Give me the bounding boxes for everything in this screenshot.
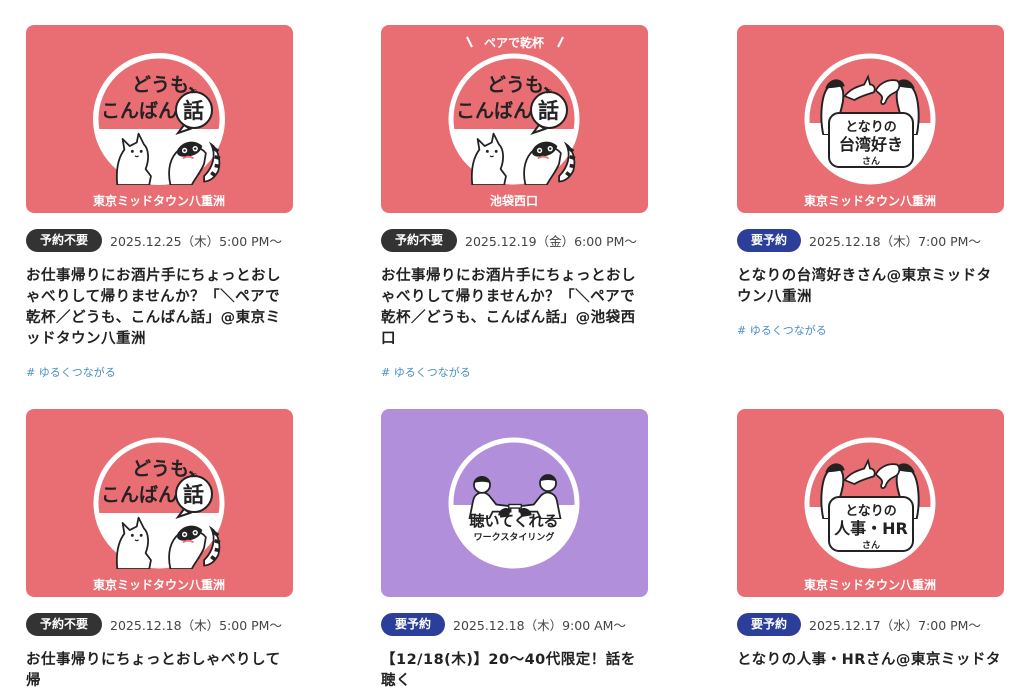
event-card[interactable]: となりの 人事・HR さん 東京ミッドタウン八重洲 要予約 2025.12.17…	[737, 409, 1004, 671]
location-label: 東京ミッドタウン八重洲	[804, 577, 936, 592]
event-tag[interactable]: # ゆるくつながる	[26, 364, 293, 380]
reservation-badge: 予約不要	[26, 613, 103, 636]
logo-line2: こんばん	[456, 100, 532, 122]
location-label: 池袋西口	[490, 193, 538, 208]
event-date: 2025.12.19（金）6:00 PM〜	[465, 234, 637, 249]
event-title[interactable]: 【12/18(木)】20〜40代限定！話を聴く	[381, 650, 648, 692]
event-card[interactable]: となりの 台湾好き さん 東京ミッドタウン八重洲 要予約 2025.12.18（…	[737, 25, 1004, 338]
logo-line2: 人事・HR	[834, 519, 908, 538]
logo-line2: こんばん	[101, 484, 177, 506]
logo-line1: となりの	[845, 120, 897, 135]
logo-line3: さん	[862, 540, 880, 551]
event-title[interactable]: お仕事帰りにお酒片手にちょっとおしゃべりして帰りませんか？「＼ペアで乾杯／どうも…	[26, 266, 293, 350]
event-title[interactable]: となりの人事・HRさん@東京ミッドタ	[737, 650, 1004, 671]
top-banner: ペアで乾杯	[484, 35, 545, 50]
logo-line3: さん	[862, 156, 880, 167]
event-date: 2025.12.18（木）9:00 AM〜	[453, 618, 626, 633]
event-card[interactable]: 聴いてくれる ワークスタイリング 要予約 2025.12.18（木）9:00 A…	[381, 409, 648, 692]
event-thumbnail[interactable]: となりの 台湾好き さん 東京ミッドタウン八重洲	[737, 25, 1004, 213]
logo-line2: 台湾好き	[839, 135, 903, 154]
logo-ruby: わ	[190, 471, 197, 479]
logo-line2: ワークスタイリング	[474, 531, 555, 543]
event-thumbnail[interactable]: ペアで乾杯 どうも、 こんばん 話 わ 池袋西口	[381, 25, 648, 213]
event-thumbnail[interactable]: どうも、 こんばん 話 わ 東京ミッドタウン八重洲	[26, 409, 293, 597]
logo-line1: となりの	[845, 504, 897, 519]
logo-ruby: わ	[545, 87, 552, 95]
event-thumbnail[interactable]: どうも、 こんばん 話 わ 東京ミッドタウン八重洲	[26, 25, 293, 213]
reservation-badge: 要予約	[737, 229, 802, 252]
logo-ruby: わ	[190, 87, 197, 95]
event-card[interactable]: ペアで乾杯 どうも、 こんばん 話 わ 池袋西口 予約不要 2025.12.19…	[381, 25, 648, 380]
event-thumbnail[interactable]: となりの 人事・HR さん 東京ミッドタウン八重洲	[737, 409, 1004, 597]
logo-line2: こんばん	[101, 100, 177, 122]
event-card[interactable]: どうも、 こんばん 話 わ 東京ミッドタウン八重洲 予約不要 2025.12.1…	[26, 409, 293, 692]
event-thumbnail[interactable]: 聴いてくれる ワークスタイリング	[381, 409, 648, 597]
event-title[interactable]: お仕事帰りにお酒片手にちょっとおしゃべりして帰りませんか？「＼ペアで乾杯／どうも…	[381, 266, 648, 350]
logo-line1: 聴いてくれる	[469, 512, 558, 530]
event-tag[interactable]: # ゆるくつながる	[737, 322, 1004, 338]
logo-bubble: 話	[183, 483, 204, 507]
event-date: 2025.12.17（水）7:00 PM〜	[809, 618, 981, 633]
event-date: 2025.12.18（木）5:00 PM〜	[110, 618, 282, 633]
event-title[interactable]: となりの台湾好きさん@東京ミッドタウン八重洲	[737, 266, 1004, 308]
event-title[interactable]: お仕事帰りにちょっとおしゃべりして帰	[26, 650, 293, 692]
reservation-badge: 予約不要	[381, 229, 458, 252]
event-date: 2025.12.25（木）5:00 PM〜	[110, 234, 282, 249]
logo-bubble: 話	[538, 99, 559, 123]
location-label: 東京ミッドタウン八重洲	[93, 193, 225, 208]
reservation-badge: 予約不要	[26, 229, 103, 252]
location-label: 東京ミッドタウン八重洲	[804, 193, 936, 208]
logo-bubble: 話	[183, 99, 204, 123]
event-card[interactable]: どうも、 こんばん 話 わ 東京ミッドタウン八重洲 予約不要 2025.12.2…	[26, 25, 293, 380]
reservation-badge: 要予約	[737, 613, 802, 636]
event-tag[interactable]: # ゆるくつながる	[381, 364, 648, 380]
event-date: 2025.12.18（木）7:00 PM〜	[809, 234, 981, 249]
reservation-badge: 要予約	[381, 613, 446, 636]
location-label: 東京ミッドタウン八重洲	[93, 577, 225, 592]
